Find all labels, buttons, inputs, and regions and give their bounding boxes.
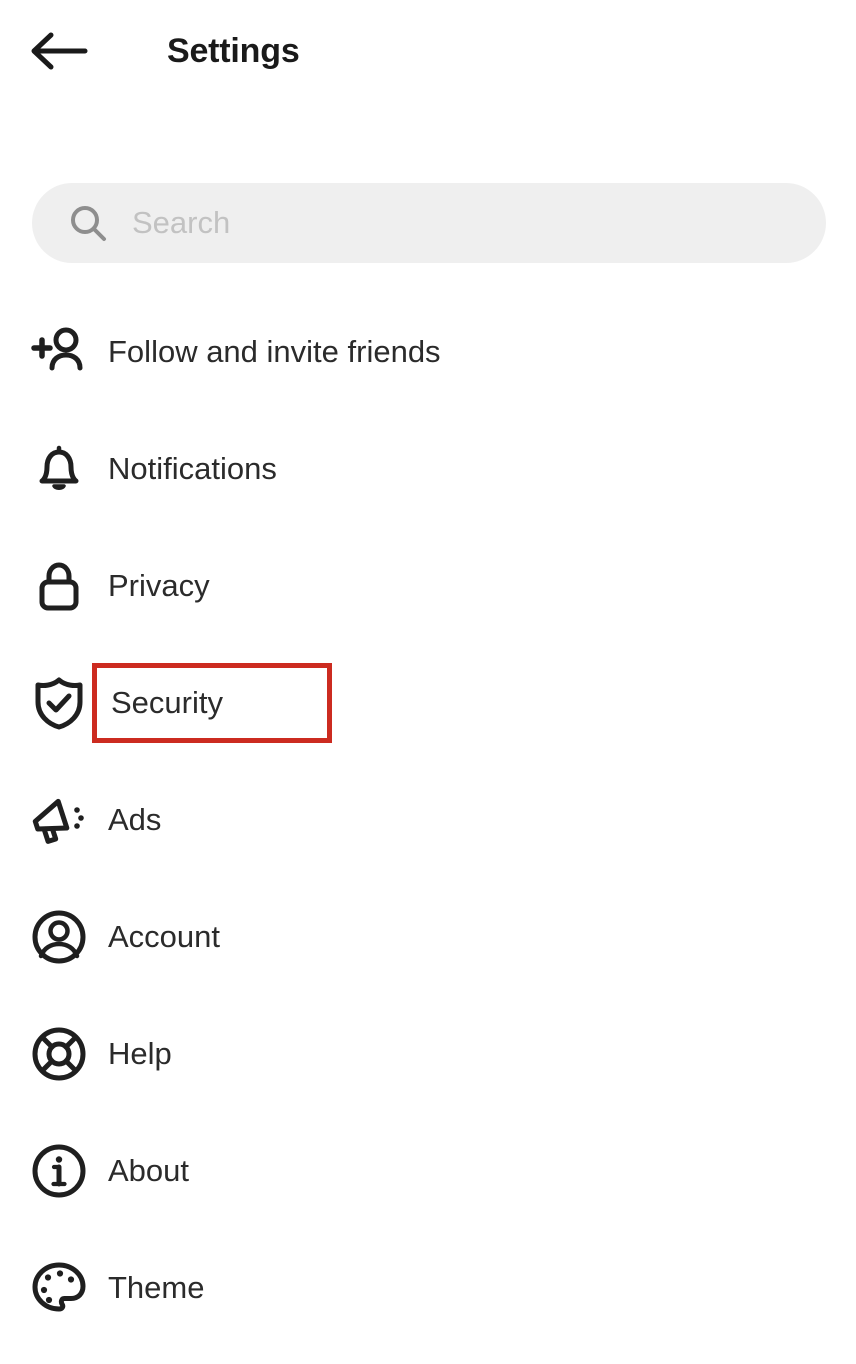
page-title: Settings <box>167 32 300 70</box>
menu-item-label: Help <box>108 1035 172 1071</box>
megaphone-icon <box>30 791 88 849</box>
lock-icon <box>30 557 88 615</box>
menu-item-label: Follow and invite friends <box>108 333 441 369</box>
account-circle-icon <box>30 908 88 966</box>
search-input[interactable] <box>132 201 732 245</box>
bell-icon <box>30 440 88 498</box>
menu-item-about[interactable]: About <box>0 1112 856 1229</box>
menu-item-label: Security <box>92 662 332 743</box>
menu-item-ads[interactable]: Ads <box>0 761 856 878</box>
menu-item-notifications[interactable]: Notifications <box>0 410 856 527</box>
menu-item-follow-and-invite-friends[interactable]: Follow and invite friends <box>0 293 856 410</box>
menu-item-help[interactable]: Help <box>0 995 856 1112</box>
menu-item-label: About <box>108 1152 190 1188</box>
person-add-icon <box>30 323 88 381</box>
search-icon <box>68 203 108 243</box>
menu-item-label: Ads <box>108 801 162 837</box>
back-button[interactable] <box>22 24 96 78</box>
shield-check-icon <box>30 674 88 732</box>
search-bar[interactable] <box>32 183 826 263</box>
menu-item-label: Notifications <box>108 450 277 486</box>
menu-item-privacy[interactable]: Privacy <box>0 527 856 644</box>
menu-item-label: Privacy <box>108 567 210 603</box>
menu-item-label: Account <box>108 918 221 954</box>
settings-screen: Settings Follow and invite friends <box>0 0 856 1364</box>
palette-icon <box>30 1259 88 1317</box>
menu-item-label: Theme <box>108 1269 205 1305</box>
menu-item-theme[interactable]: Theme <box>0 1229 856 1346</box>
settings-menu-list: Follow and invite friends Notifications <box>0 293 856 1346</box>
arrow-left-icon <box>30 31 88 71</box>
app-header: Settings <box>0 0 856 104</box>
menu-item-account[interactable]: Account <box>0 878 856 995</box>
menu-item-security[interactable]: Security <box>0 644 856 761</box>
info-circle-icon <box>30 1142 88 1200</box>
lifebuoy-icon <box>30 1025 88 1083</box>
